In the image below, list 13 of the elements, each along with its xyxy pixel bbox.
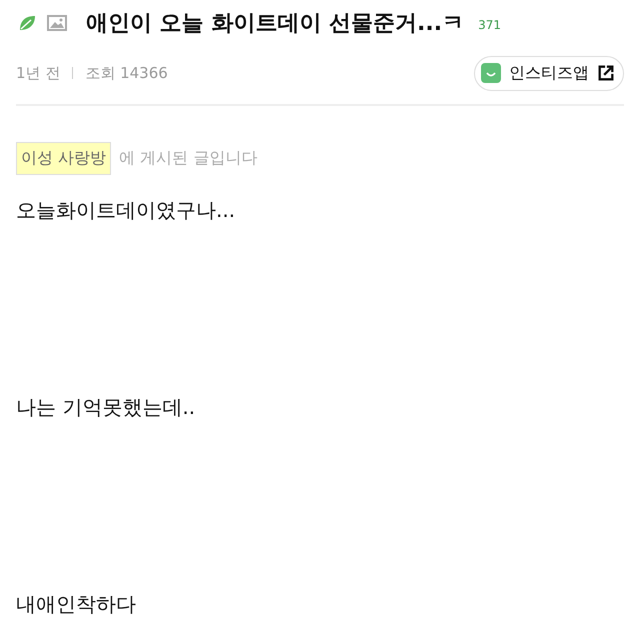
post-paragraph: 나는 기억못했는데.. [16, 394, 196, 421]
post-paragraph: 오늘화이트데이였구나... [16, 197, 236, 224]
post-title: 애인이 오늘 화이트데이 선물준거...ㅋ [86, 10, 464, 38]
comment-count[interactable]: 371 [478, 18, 501, 32]
board-note: 에 게시된 글입니다 [119, 148, 258, 169]
smile-icon [481, 63, 501, 83]
image-icon [46, 13, 68, 33]
post-age: 1년 전 [16, 64, 60, 82]
view-count: 조회 14366 [85, 64, 168, 82]
app-button[interactable]: 인스티즈앱 [474, 56, 624, 90]
post-paragraph: 내애인착하다 [16, 591, 137, 618]
board-tag[interactable]: 이성 사랑방 [16, 142, 112, 175]
external-link-icon [597, 64, 615, 82]
